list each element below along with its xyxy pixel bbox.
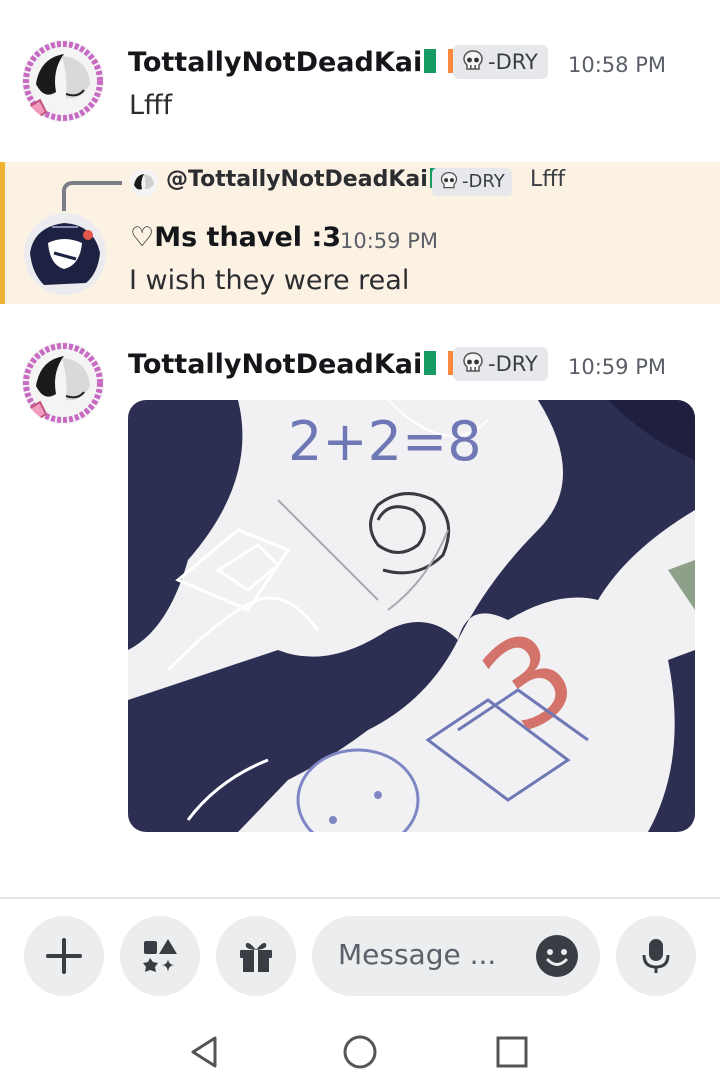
recents-icon[interactable] (492, 1032, 532, 1072)
avatar[interactable] (22, 342, 104, 424)
voice-message-button[interactable] (616, 916, 696, 996)
author-name[interactable]: TottallyNotDeadKai (128, 47, 461, 78)
skull-icon (463, 50, 483, 70)
composer-divider (0, 897, 720, 899)
author-name[interactable]: ♡Ms thavel :3 (130, 222, 341, 253)
role-badge[interactable]: -DRY (453, 347, 548, 381)
author-label: TottallyNotDeadKai (128, 47, 423, 78)
apps-button[interactable] (120, 916, 200, 996)
reply-author[interactable]: @TottallyNotDeadKai (166, 167, 460, 192)
reply-role-badge: -DRY (432, 168, 512, 196)
role-label: -DRY (488, 352, 538, 376)
home-icon[interactable] (340, 1032, 380, 1072)
scribble-text: 2+2=8 (288, 410, 482, 473)
author-label: TottallyNotDeadKai (128, 349, 423, 380)
message-text: Lfff (129, 90, 173, 121)
timestamp: 10:59 PM (568, 355, 666, 379)
role-label: -DRY (488, 50, 538, 74)
role-badge[interactable]: -DRY (453, 45, 548, 79)
system-navigation-bar (0, 1010, 720, 1091)
message-text: I wish they were real (129, 265, 410, 296)
skull-icon (463, 352, 483, 372)
gift-button[interactable] (216, 916, 296, 996)
reply-author-label: @TottallyNotDeadKai (166, 167, 428, 192)
message-input-placeholder: Message ... (338, 938, 497, 971)
add-icon (46, 938, 82, 974)
back-icon[interactable] (185, 1032, 225, 1072)
timestamp: 10:59 PM (340, 229, 438, 253)
reply-avatar (130, 169, 158, 197)
add-button[interactable] (24, 916, 104, 996)
gift-icon (240, 942, 272, 972)
skull-icon (440, 172, 458, 189)
author-name[interactable]: TottallyNotDeadKai (128, 349, 461, 380)
avatar[interactable] (24, 213, 106, 295)
apps-icon (143, 939, 177, 973)
reply-preview-text[interactable]: Lfff (530, 167, 565, 192)
reply-role-label: -DRY (462, 171, 505, 192)
avatar[interactable] (22, 40, 104, 122)
reply-connector (62, 181, 122, 211)
emoji-icon[interactable] (534, 933, 580, 979)
microphone-icon (642, 939, 670, 973)
message-input[interactable]: Message ... (312, 916, 600, 996)
timestamp: 10:58 PM (568, 53, 666, 77)
image-attachment[interactable]: 2+2=8 3 (128, 400, 695, 832)
